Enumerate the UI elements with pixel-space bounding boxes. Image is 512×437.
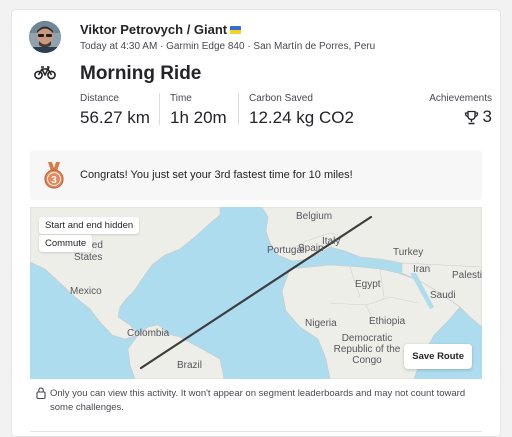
map-label-saudi: Saudi (430, 290, 456, 301)
map-label-turkey: Turkey (393, 247, 424, 258)
congrats-text: Congrats! You just set your 3rd fastest … (80, 169, 353, 181)
activity-title[interactable]: Morning Ride (80, 63, 201, 85)
stat-value: 1h 20m (170, 108, 227, 127)
bike-icon (34, 66, 56, 80)
map-label-belgium: Belgium (296, 211, 333, 222)
map-label-colombia: Colombia (127, 328, 170, 339)
stat-time: Time 1h 20m (170, 93, 227, 128)
trophy-icon (464, 110, 478, 124)
map-label-italy: Italy (322, 236, 341, 247)
avatar[interactable] (29, 21, 61, 53)
athlete-name-text[interactable]: Viktor Petrovych / Giant (80, 22, 227, 37)
map-label-dr-congo: Democratic Republic of the Congo (333, 333, 401, 366)
stat-value: 12.24 kg CO2 (249, 108, 354, 127)
athlete-name[interactable]: Viktor Petrovych / Giant (80, 22, 242, 37)
privacy-text: Only you can view this activity. It won'… (50, 388, 466, 413)
stat-distance: Distance 56.27 km (80, 93, 150, 128)
stat-label: Carbon Saved (249, 93, 313, 104)
map-label-ethiopia: Ethiopia (369, 316, 406, 327)
ukraine-flag-icon (230, 26, 242, 34)
map-label-spain: Spain (298, 243, 324, 254)
map-label-mexico: Mexico (70, 286, 102, 297)
stat-label: Time (170, 93, 192, 104)
map-label-egypt: Egypt (355, 279, 381, 290)
congrats-banner: 3 Congrats! You just set your 3rd fastes… (30, 150, 482, 200)
route-map[interactable]: Belgium Italy Portugal Spain Turkey Iran… (30, 207, 482, 379)
achievements-label: Achievements (429, 93, 492, 104)
stat-divider (159, 93, 160, 125)
card-divider (30, 431, 482, 432)
achievements-count: 3 (482, 107, 492, 126)
activity-meta: Today at 4:30 AM · Garmin Edge 840 · San… (80, 41, 376, 52)
map-label-brazil: Brazil (177, 360, 203, 371)
save-route-button[interactable]: Save Route (404, 344, 472, 369)
medal-number: 3 (51, 175, 57, 186)
achievements[interactable]: Achievements 3 (429, 93, 492, 127)
avatar-photo (29, 21, 61, 53)
map-label-nigeria: Nigeria (305, 318, 337, 329)
stat-value: 56.27 km (80, 108, 150, 127)
badge-start-end-hidden: Start and end hidden (39, 217, 140, 234)
stat-carbon-saved: Carbon Saved 12.24 kg CO2 (249, 93, 354, 128)
stat-divider (238, 93, 239, 125)
map-label-iran: Iran (413, 264, 431, 275)
lock-icon (36, 387, 46, 399)
badge-commute: Commute (39, 235, 93, 252)
stat-label: Distance (80, 93, 119, 104)
medal-icon: 3 (44, 162, 64, 189)
map-label-palestine: Palestine (452, 270, 482, 281)
